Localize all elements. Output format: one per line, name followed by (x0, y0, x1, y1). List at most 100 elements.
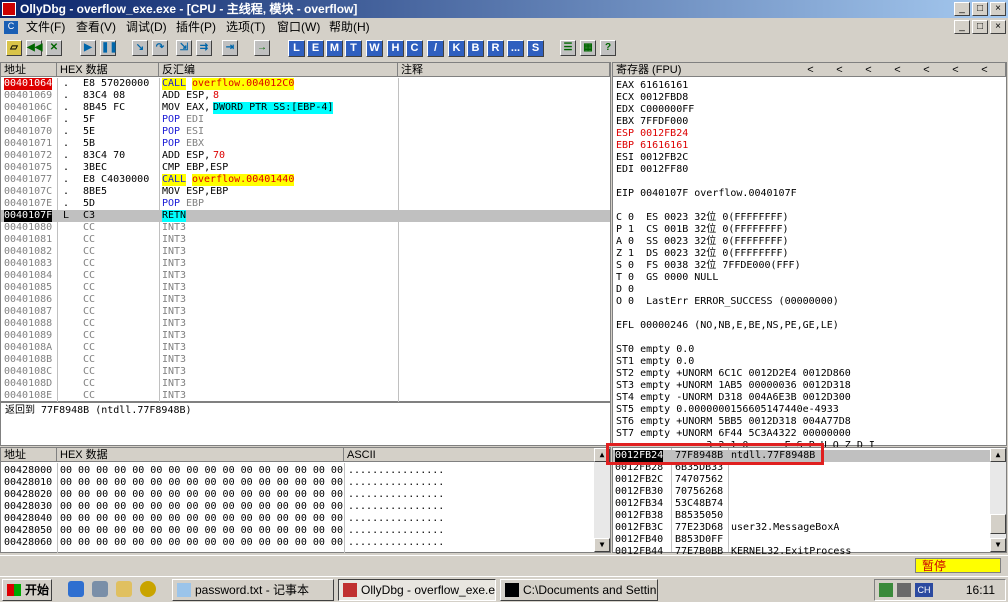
disasm-row[interactable]: 00401082 CC INT3 (1, 246, 610, 258)
list-icon[interactable]: ☰ (560, 40, 576, 56)
dump-row[interactable]: 00428040 00 00 00 00 00 00 00 00 00 00 00… (1, 513, 595, 525)
disasm-row[interactable]: 00401069. 83C4 08 ADD ESP, 8 (1, 90, 610, 102)
menu-help[interactable]: 帮助(H) (329, 18, 370, 37)
register-line[interactable]: ST5 empty 0.0000000156605147440e-4933 (616, 404, 839, 416)
register-line[interactable]: O 0 LastErr ERROR_SUCCESS (00000000) (616, 296, 839, 308)
register-line[interactable]: ECX 0012FBD8 (616, 92, 688, 104)
log-window-icon[interactable]: L (288, 40, 305, 57)
cpu-icon[interactable]: C (406, 40, 423, 57)
disasm-row[interactable]: 0040108C CC INT3 (1, 366, 610, 378)
menu-file[interactable]: 文件(F) (26, 18, 65, 37)
stack-row[interactable]: 0012FB40 B853D0FF (613, 534, 990, 546)
register-line[interactable]: EBX 7FFDF000 (616, 116, 688, 128)
register-line[interactable]: EIP 0040107F overflow.0040107F (616, 188, 797, 200)
disasm-row[interactable]: 00401088 CC INT3 (1, 318, 610, 330)
dump-row[interactable]: 00428010 00 00 00 00 00 00 00 00 00 00 00… (1, 477, 595, 489)
register-line[interactable]: ST2 empty +UNORM 6C1C 0012D2E4 0012D860 (616, 368, 851, 380)
register-line[interactable]: EFL 00000246 (NO,NB,E,BE,NS,PE,GE,LE) (616, 320, 839, 332)
registers-header[interactable]: 寄存器 (FPU) < < < < < < < (613, 63, 1006, 77)
disasm-header-disassembly[interactable]: 反汇编 (159, 63, 398, 77)
register-line[interactable]: ST7 empty +UNORM 6F44 5C3A4322 00000000 (616, 428, 851, 440)
dump-row[interactable]: 00428060 00 00 00 00 00 00 00 00 00 00 00… (1, 537, 595, 549)
trace-over-icon[interactable]: ⇉ (196, 40, 212, 56)
stack-scroll-thumb[interactable] (990, 514, 1006, 534)
memory-map-icon[interactable]: M (326, 40, 343, 57)
executable-modules-icon[interactable]: E (307, 40, 324, 57)
registers-pane[interactable]: 寄存器 (FPU) < < < < < < < EAX 61616161 ECX 0012FB… (612, 62, 1007, 463)
disasm-row[interactable]: 00401089 CC INT3 (1, 330, 610, 342)
disasm-row[interactable]: 00401072. 83C4 70 ADD ESP, 70 (1, 150, 610, 162)
task-cmd[interactable]: C:\Documents and Settin... (500, 579, 658, 601)
call-stack-icon[interactable]: K (448, 40, 465, 57)
restart-icon[interactable]: ◀◀ (26, 40, 42, 56)
go-to-icon[interactable]: → (254, 40, 270, 56)
disasm-row[interactable]: 0040107F L C3 RETN (1, 210, 610, 222)
step-over-icon[interactable]: ↷ (152, 40, 168, 56)
ollydbg-app-icon[interactable] (2, 2, 16, 16)
stack-row[interactable]: 0012FB34 53C48B74 (613, 498, 990, 510)
register-nav-icon[interactable]: < (941, 63, 970, 77)
dump-row[interactable]: 00428030 00 00 00 00 00 00 00 00 00 00 00… (1, 501, 595, 513)
dump-row[interactable]: 00428050 00 00 00 00 00 00 00 00 00 00 00… (1, 525, 595, 537)
disasm-row[interactable]: 00401084 CC INT3 (1, 270, 610, 282)
handles-icon[interactable]: H (387, 40, 404, 57)
stack-row[interactable]: 0012FB30 70756268 (613, 486, 990, 498)
disasm-row[interactable]: 00401071. 5B POP EBX (1, 138, 610, 150)
disasm-row[interactable]: 0040108D CC INT3 (1, 378, 610, 390)
disassembly-pane[interactable]: 地址 HEX 数据 反汇编 注释 00401064. E8 57020000 CAL… (0, 62, 611, 402)
disasm-row[interactable]: 00401086 CC INT3 (1, 294, 610, 306)
register-nav-icon[interactable]: < (825, 63, 854, 77)
stack-row[interactable]: 0012FB38 B8535050 (613, 510, 990, 522)
register-line[interactable]: ST1 empty 0.0 (616, 356, 694, 368)
disasm-row[interactable]: 0040106F. 5F POP EDI (1, 114, 610, 126)
menu-window[interactable]: 窗口(W) (277, 18, 320, 37)
register-line[interactable]: ST6 empty +UNORM 5BB5 0012D318 004A77D8 (616, 416, 851, 428)
source-icon[interactable]: S (527, 40, 544, 57)
memory-dump-pane[interactable]: 地址 HEX 数据 ASCII 00428000 00 00 00 00 00 0… (0, 447, 611, 553)
dump-header-ascii[interactable]: ASCII (344, 448, 595, 462)
disasm-header-address[interactable]: 地址 (1, 63, 57, 77)
register-line[interactable]: ST4 empty -UNORM D318 004A6E3B 0012D300 (616, 392, 851, 404)
minimize-button[interactable]: _ (954, 2, 970, 16)
task-ollydbg[interactable]: OllyDbg - overflow_exe.e... (338, 579, 496, 601)
register-line[interactable]: EDX C000000FF (616, 104, 694, 116)
start-button[interactable]: 开始 (2, 579, 52, 601)
grid-icon[interactable]: ▦ (580, 40, 596, 56)
disasm-row[interactable]: 0040107C. 8BE5 MOV ESP,EBP (1, 186, 610, 198)
menu-view[interactable]: 查看(V) (76, 18, 116, 37)
disasm-row[interactable]: 00401085 CC INT3 (1, 282, 610, 294)
mdi-restore-button[interactable]: □ (972, 20, 988, 34)
register-nav-icon[interactable]: < (912, 63, 941, 77)
stack-row[interactable]: 0012FB3C 77E23D68 user32.MessageBoxA (613, 522, 990, 534)
register-nav-icon[interactable]: < (883, 63, 912, 77)
open-icon[interactable]: ▱ (6, 40, 22, 56)
disasm-row[interactable]: 00401080 CC INT3 (1, 222, 610, 234)
register-line[interactable]: C 0 ES 0023 32位 0(FFFFFFFF) (616, 212, 789, 224)
execute-till-return-icon[interactable]: ⇥ (222, 40, 238, 56)
register-line[interactable]: D 0 (616, 284, 634, 296)
references-icon[interactable]: R (487, 40, 504, 57)
dump-row[interactable]: 00428000 00 00 00 00 00 00 00 00 00 00 00… (1, 465, 595, 477)
dump-row[interactable]: 00428020 00 00 00 00 00 00 00 00 00 00 00… (1, 489, 595, 501)
mdi-minimize-button[interactable]: _ (954, 20, 970, 34)
stack-row[interactable]: 0012FB2C 74707562 (613, 474, 990, 486)
help-icon[interactable]: ? (600, 40, 616, 56)
close-program-icon[interactable]: ✕ (46, 40, 62, 56)
menu-debug[interactable]: 调试(D) (126, 18, 167, 37)
network-icon[interactable] (879, 583, 893, 597)
register-line[interactable]: P 1 CS 001B 32位 0(FFFFFFFF) (616, 224, 789, 236)
disasm-header-comment[interactable]: 注释 (398, 63, 610, 77)
disasm-header-hex[interactable]: HEX 数据 (57, 63, 159, 77)
trace-into-icon[interactable]: ⇲ (176, 40, 192, 56)
run-trace-icon[interactable]: ... (507, 40, 524, 57)
dump-header-hex[interactable]: HEX 数据 (57, 448, 344, 462)
menu-plugins[interactable]: 插件(P) (176, 18, 216, 37)
patches-icon[interactable]: / (427, 40, 444, 57)
maximize-button[interactable]: □ (972, 2, 988, 16)
disasm-row[interactable]: 00401083 CC INT3 (1, 258, 610, 270)
stack-scroll-down-icon[interactable]: ▼ (990, 538, 1006, 552)
close-button[interactable]: × (990, 2, 1006, 16)
register-nav-icon[interactable]: < (796, 63, 825, 77)
ie-icon[interactable] (68, 581, 84, 597)
register-nav-icon[interactable]: < (970, 63, 999, 77)
